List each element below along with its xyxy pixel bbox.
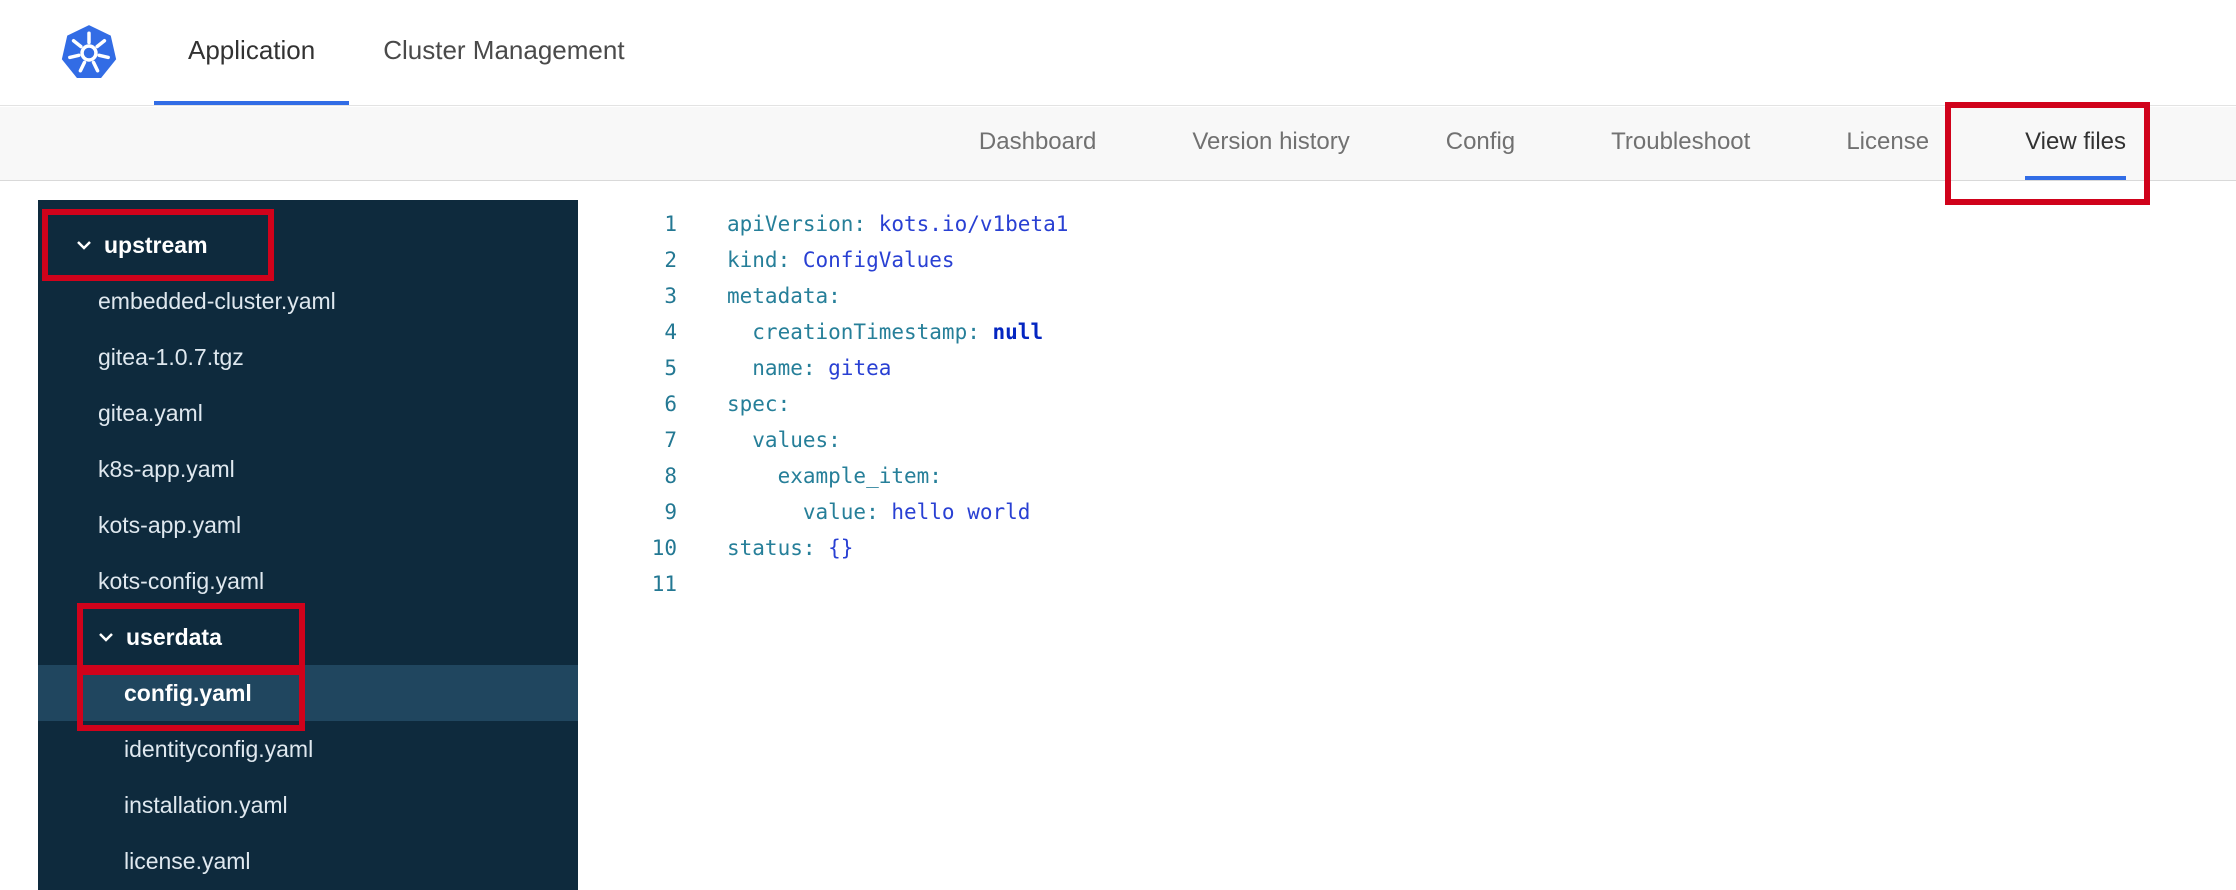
kots-admin-console: Application Cluster Management Dashboard… — [0, 0, 2236, 890]
code-line: 2 kind: ConfigValues — [578, 242, 2236, 278]
tree-file-kots-config[interactable]: kots-config.yaml — [38, 553, 578, 609]
line-number: 7 — [664, 428, 677, 452]
top-tab-bar: Application Cluster Management — [154, 0, 659, 105]
tab-config[interactable]: Config — [1446, 107, 1515, 180]
tree-file-label: license.yaml — [124, 847, 251, 874]
tree-file-label: gitea-1.0.7.tgz — [98, 343, 244, 370]
yaml-key: name: — [727, 356, 816, 380]
yaml-value: {} — [815, 536, 854, 560]
tree-folder-upstream[interactable]: upstream — [38, 217, 578, 273]
yaml-key: example_item: — [727, 464, 942, 488]
tree-file-label: config.yaml — [124, 679, 252, 706]
kubernetes-logo — [60, 0, 118, 105]
tree-file-identityconfig[interactable]: identityconfig.yaml — [38, 721, 578, 777]
yaml-key: status: — [727, 536, 816, 560]
yaml-key: values: — [727, 428, 841, 452]
yaml-key: apiVersion: — [727, 212, 867, 236]
yaml-value: null — [979, 320, 1044, 344]
tree-file-label: embedded-cluster.yaml — [98, 287, 336, 314]
tab-dashboard[interactable]: Dashboard — [979, 107, 1096, 180]
line-number: 10 — [651, 536, 677, 560]
tree-file-config-yaml-selected[interactable]: config.yaml — [38, 665, 578, 721]
tree-file-gitea-yaml[interactable]: gitea.yaml — [38, 385, 578, 441]
yaml-code-editor[interactable]: 1 apiVersion: kots.io/v1beta1 2 kind: Co… — [578, 181, 2236, 890]
yaml-value: kots.io/v1beta1 — [866, 212, 1069, 236]
tree-file-label: gitea.yaml — [98, 399, 203, 426]
yaml-key: metadata: — [727, 284, 841, 308]
tab-view-files[interactable]: View files — [2025, 107, 2126, 180]
yaml-value: ConfigValues — [790, 248, 955, 272]
code-line: 5 name: gitea — [578, 350, 2236, 386]
code-line: 8 example_item: — [578, 458, 2236, 494]
line-number: 4 — [664, 320, 677, 344]
yaml-key: value: — [727, 500, 879, 524]
yaml-key: kind: — [727, 248, 791, 272]
tree-file-label: kots-app.yaml — [98, 511, 242, 538]
code-line: 4 creationTimestamp: null — [578, 314, 2236, 350]
code-line: 1 apiVersion: kots.io/v1beta1 — [578, 206, 2236, 242]
tree-file-label: kots-config.yaml — [98, 567, 265, 594]
chevron-down-icon[interactable] — [98, 632, 114, 642]
tab-version-history[interactable]: Version history — [1192, 107, 1349, 180]
tree-file-k8s-app[interactable]: k8s-app.yaml — [38, 441, 578, 497]
tree-folder-label: upstream — [104, 231, 208, 258]
line-number: 1 — [664, 212, 677, 236]
line-number: 9 — [664, 500, 677, 524]
chevron-down-icon[interactable] — [76, 240, 92, 250]
line-number: 6 — [664, 392, 677, 416]
file-tree-sidebar: upstream embedded-cluster.yaml gitea-1.0… — [38, 200, 578, 890]
tree-folder-userdata[interactable]: userdata — [38, 609, 578, 665]
line-number: 8 — [664, 464, 677, 488]
app-nav-bar: Dashboard Version history Config Trouble… — [0, 107, 2236, 181]
yaml-value: hello world — [878, 500, 1031, 524]
tree-file-gitea-tgz[interactable]: gitea-1.0.7.tgz — [38, 329, 578, 385]
kubernetes-helm-wheel-icon — [61, 24, 117, 78]
line-number: 11 — [651, 572, 677, 596]
code-line: 9 value: hello world — [578, 494, 2236, 530]
tree-file-installation[interactable]: installation.yaml — [38, 777, 578, 833]
line-number: 3 — [664, 284, 677, 308]
code-line: 7 values: — [578, 422, 2236, 458]
code-line: 6 spec: — [578, 386, 2236, 422]
yaml-key: creationTimestamp: — [727, 320, 980, 344]
tree-file-license[interactable]: license.yaml — [38, 833, 578, 889]
tree-file-kots-app[interactable]: kots-app.yaml — [38, 497, 578, 553]
tree-file-label: installation.yaml — [124, 791, 288, 818]
yaml-key: spec: — [727, 392, 791, 416]
line-number: 5 — [664, 356, 677, 380]
tab-license[interactable]: License — [1846, 107, 1929, 180]
code-line: 10 status: {} — [578, 530, 2236, 566]
tab-cluster-management[interactable]: Cluster Management — [349, 0, 658, 105]
code-line: 11 — [578, 566, 2236, 602]
tab-troubleshoot[interactable]: Troubleshoot — [1611, 107, 1750, 180]
yaml-value: gitea — [815, 356, 892, 380]
code-line: 3 metadata: — [578, 278, 2236, 314]
top-bar: Application Cluster Management — [0, 0, 2236, 106]
tree-folder-label: userdata — [126, 623, 222, 650]
tab-application[interactable]: Application — [154, 0, 350, 105]
tree-file-label: k8s-app.yaml — [98, 455, 235, 482]
tree-file-label: identityconfig.yaml — [124, 735, 314, 762]
tree-file-embedded-cluster[interactable]: embedded-cluster.yaml — [38, 273, 578, 329]
line-number: 2 — [664, 248, 677, 272]
